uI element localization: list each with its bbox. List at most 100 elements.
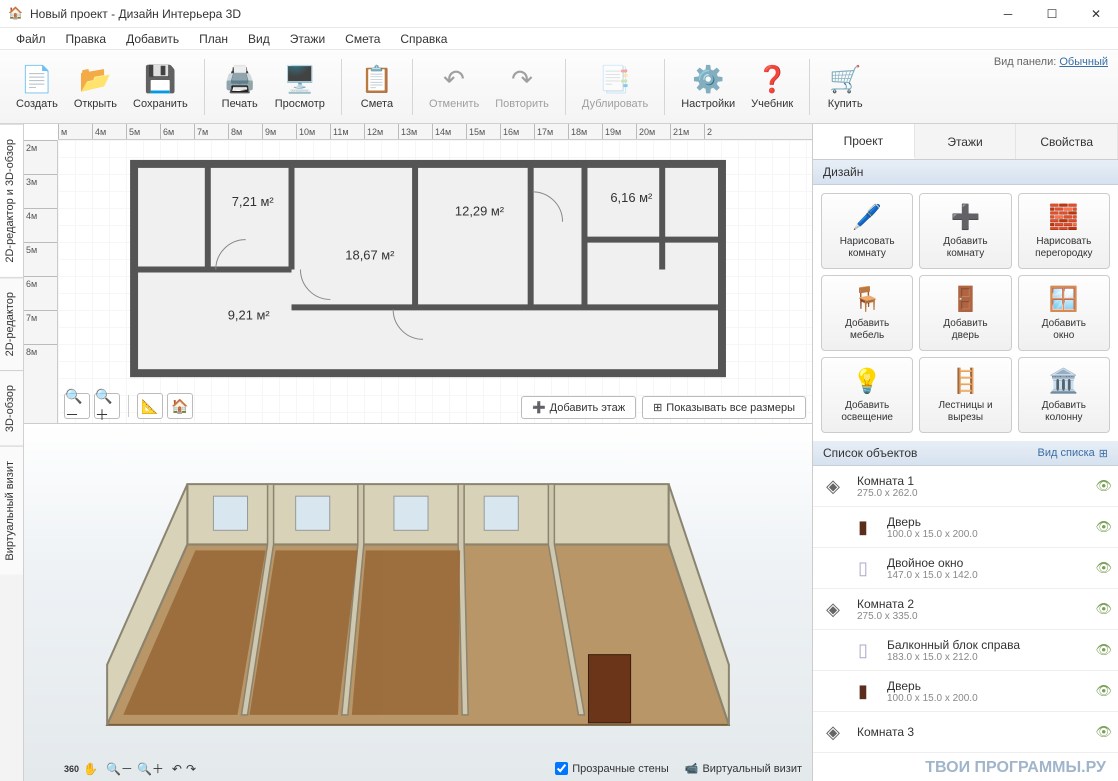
toolbar-Открыть[interactable]: 📂Открыть (66, 60, 125, 114)
Печать-icon: 🖨️ (224, 64, 256, 96)
toolbar-Отменить: ↶Отменить (421, 60, 487, 114)
visibility-toggle-icon[interactable]: 👁 (1095, 642, 1112, 658)
menu-Этажи[interactable]: Этажи (280, 30, 335, 48)
plan-canvas[interactable]: 7,21 м²18,67 м²12,29 м²6,16 м²9,21 м² (58, 140, 812, 423)
toolbar-Создать[interactable]: 📄Создать (8, 60, 66, 114)
redo-3d-button[interactable]: ↷ (186, 762, 196, 776)
design-Добавить-дверь[interactable]: 🚪Добавитьдверь (919, 275, 1011, 351)
tab-Свойства[interactable]: Свойства (1016, 124, 1118, 159)
right-panel: ПроектЭтажиСвойства Дизайн 🖊️Нарисоватьк… (812, 124, 1118, 781)
Открыть-icon: 📂 (79, 64, 111, 96)
plan-2d-view[interactable]: м4м5м6м7м8м9м10м11м12м13м14м15м16м17м18м… (24, 124, 812, 424)
room-area-label: 18,67 м² (345, 248, 395, 263)
design-Добавить-комнату[interactable]: ➕Добавитькомнату (919, 193, 1011, 269)
toolbar-Печать[interactable]: 🖨️Печать (213, 60, 267, 114)
object-item[interactable]: ◈Комната 3👁 (813, 712, 1118, 753)
zoom-out-button[interactable]: 🔍－ (64, 393, 90, 419)
toolbar-Купить[interactable]: 🛒Купить (818, 60, 872, 114)
object-item[interactable]: ◈Комната 1275.0 x 262.0👁 (813, 466, 1118, 507)
object-item[interactable]: ◈Комната 2275.0 x 335.0👁 (813, 589, 1118, 630)
object-item[interactable]: ▮Дверь100.0 x 15.0 x 200.0👁 (813, 507, 1118, 548)
menu-Справка[interactable]: Справка (390, 30, 457, 48)
Смета-icon: 📋 (361, 64, 393, 96)
Повторить-icon: ↷ (506, 64, 538, 96)
right-tabs: ПроектЭтажиСвойства (813, 124, 1118, 160)
design-icon: ➕ (951, 203, 981, 232)
menu-Добавить[interactable]: Добавить (116, 30, 189, 48)
visibility-toggle-icon[interactable]: 👁 (1095, 478, 1112, 494)
toolbar-Смета[interactable]: 📋Смета (350, 60, 404, 114)
design-Добавить-освещение[interactable]: 💡Добавитьосвещение (821, 357, 913, 433)
undo-3d-button[interactable]: ↶ (172, 762, 182, 776)
design-tools-grid: 🖊️Нарисоватькомнату➕Добавитькомнату🧱Нари… (813, 185, 1118, 441)
toolbar: Вид панели: Обычный 📄Создать📂Открыть💾Сох… (0, 50, 1118, 124)
design-Нарисовать-комнату[interactable]: 🖊️Нарисоватькомнату (821, 193, 913, 269)
Отменить-icon: ↶ (438, 64, 470, 96)
ruler-horizontal: м4м5м6м7м8м9м10м11м12м13м14м15м16м17м18м… (58, 124, 812, 140)
view3d-controls: 360 ✋ 🔍－ 🔍＋ ↶ ↷ (64, 760, 196, 777)
design-icon: 🪜 (951, 367, 981, 396)
menu-Вид[interactable]: Вид (238, 30, 280, 48)
zoom-out-3d-button[interactable]: 🔍－ (106, 760, 133, 777)
sidetab-1[interactable]: 2D-редактор (0, 277, 23, 370)
sidetab-2[interactable]: 3D-обзор (0, 370, 23, 446)
design-Добавить-окно[interactable]: 🪟Добавитьокно (1018, 275, 1110, 351)
design-Лестницы и-вырезы[interactable]: 🪜Лестницы ивырезы (919, 357, 1011, 433)
design-Нарисовать-перегородку[interactable]: 🧱Нарисоватьперегородку (1018, 193, 1110, 269)
plan-zoom-controls: 🔍－ 🔍＋ 📐 🏠 (64, 393, 193, 419)
object-item[interactable]: ▯Балконный блок справа183.0 x 15.0 x 212… (813, 630, 1118, 671)
Просмотр-icon: 🖥️ (284, 64, 316, 96)
visibility-toggle-icon[interactable]: 👁 (1095, 560, 1112, 576)
visibility-toggle-icon[interactable]: 👁 (1095, 519, 1112, 535)
panel-mode-label: Вид панели: Обычный (994, 56, 1108, 68)
ruler-vertical: 2м3м4м5м6м7м8м (24, 140, 58, 423)
sidetab-0[interactable]: 2D-редактор и 3D-обзор (0, 124, 23, 277)
rotate-360-button[interactable]: 360 (64, 764, 79, 774)
sidetab-3[interactable]: Виртуальный визит (0, 446, 23, 575)
menu-Файл[interactable]: Файл (6, 30, 56, 48)
panel-mode-link[interactable]: Обычный (1059, 56, 1108, 68)
tab-Проект[interactable]: Проект (813, 124, 915, 159)
toolbar-Дублировать: 📑Дублировать (574, 60, 656, 114)
view-3d[interactable]: 360 ✋ 🔍－ 🔍＋ ↶ ↷ Прозрачные стены 📹 Вирту… (24, 424, 812, 781)
object-icon: ▯ (849, 636, 877, 664)
menu-Правка[interactable]: Правка (56, 30, 117, 48)
transparent-walls-checkbox[interactable]: Прозрачные стены (555, 762, 668, 775)
object-icon: ◈ (819, 472, 847, 500)
object-item[interactable]: ▮Дверь100.0 x 15.0 x 200.0👁 (813, 671, 1118, 712)
zoom-in-3d-button[interactable]: 🔍＋ (137, 760, 164, 777)
visibility-toggle-icon[interactable]: 👁 (1095, 724, 1112, 740)
object-list: ◈Комната 1275.0 x 262.0👁▮Дверь100.0 x 15… (813, 466, 1118, 781)
titlebar: 🏠 Новый проект - Дизайн Интерьера 3D ─ ☐… (0, 0, 1118, 28)
design-Добавить-мебель[interactable]: 🪑Добавитьмебель (821, 275, 913, 351)
add-floor-button[interactable]: ➕ Добавить этаж (521, 396, 636, 419)
minimize-button[interactable]: ─ (986, 0, 1030, 28)
pan-button[interactable]: ✋ (83, 762, 98, 776)
maximize-button[interactable]: ☐ (1030, 0, 1074, 28)
toolbar-Повторить: ↷Повторить (487, 60, 557, 114)
menu-Смета[interactable]: Смета (335, 30, 390, 48)
room-area-label: 7,21 м² (232, 194, 275, 209)
toolbar-Настройки[interactable]: ⚙️Настройки (673, 60, 743, 114)
toolbar-Сохранить[interactable]: 💾Сохранить (125, 60, 196, 114)
measure-button[interactable]: 📐 (137, 393, 163, 419)
menu-План[interactable]: План (189, 30, 238, 48)
zoom-in-button[interactable]: 🔍＋ (94, 393, 120, 419)
visibility-toggle-icon[interactable]: 👁 (1095, 601, 1112, 617)
home-button[interactable]: 🏠 (167, 393, 193, 419)
show-dimensions-button[interactable]: ⊞ Показывать все размеры (642, 396, 806, 419)
virtual-visit-button[interactable]: 📹 Виртуальный визит (685, 762, 802, 775)
side-tabs: 2D-редактор и 3D-обзор2D-редактор3D-обзо… (0, 124, 24, 781)
toolbar-Учебник[interactable]: ❓Учебник (743, 60, 801, 114)
Сохранить-icon: 💾 (144, 64, 176, 96)
view-list-link[interactable]: Вид списка ⊞ (1038, 447, 1108, 460)
object-icon: ◈ (819, 595, 847, 623)
visibility-toggle-icon[interactable]: 👁 (1095, 683, 1112, 699)
design-Добавить-колонну[interactable]: 🏛️Добавитьколонну (1018, 357, 1110, 433)
tab-Этажи[interactable]: Этажи (915, 124, 1017, 159)
toolbar-Просмотр[interactable]: 🖥️Просмотр (267, 60, 333, 114)
object-icon: ◈ (819, 718, 847, 746)
object-item[interactable]: ▯Двойное окно147.0 x 15.0 x 142.0👁 (813, 548, 1118, 589)
design-icon: 💡 (852, 367, 882, 396)
close-button[interactable]: ✕ (1074, 0, 1118, 28)
